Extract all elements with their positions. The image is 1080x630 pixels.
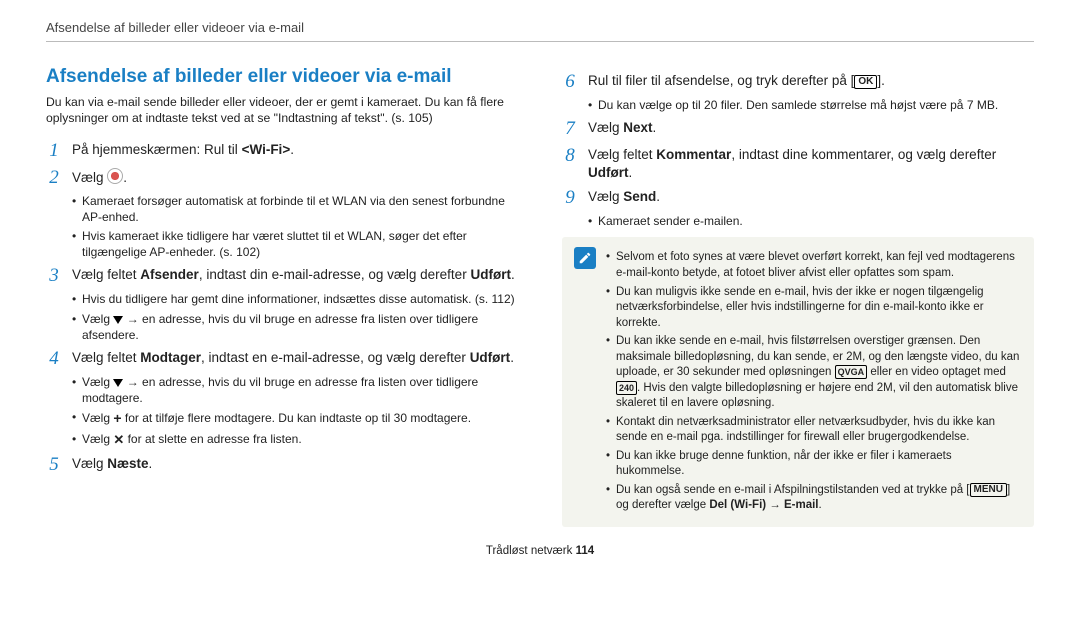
- list-item: Kontakt din netværksadministrator eller …: [606, 415, 1022, 446]
- action-done: Udført: [588, 165, 629, 180]
- step-6-sublist: Du kan vælge op til 20 filer. Den samled…: [588, 97, 1034, 113]
- step-number: 5: [46, 455, 62, 476]
- list-item: Hvis kameraet ikke tidligere har været s…: [72, 228, 518, 260]
- triangle-down-icon: [113, 316, 123, 324]
- step-2-sublist: Kameraet forsøger automatisk at forbinde…: [72, 193, 518, 261]
- note-list: Selvom et foto synes at være blevet over…: [606, 247, 1022, 516]
- running-header: Afsendelse af billeder eller videoer via…: [46, 20, 1034, 42]
- step-number: 4: [46, 349, 62, 370]
- field-name: Afsender: [140, 267, 199, 282]
- field-name: Modtager: [140, 350, 201, 365]
- plus-icon: +: [113, 409, 121, 428]
- field-name: Kommentar: [656, 147, 731, 162]
- list-item: Du kan også sende en e-mail i Afspilning…: [606, 483, 1022, 514]
- page-footer: Trådløst netværk 114: [46, 545, 1034, 557]
- ok-key: OK: [854, 75, 877, 89]
- x-icon: ✕: [113, 431, 124, 449]
- action-done: Udført: [470, 350, 511, 365]
- list-item: Selvom et foto synes at være blevet over…: [606, 250, 1022, 281]
- action-send: Send: [623, 189, 656, 204]
- step-number: 9: [562, 188, 578, 209]
- intro-text: Du kan via e-mail sende billeder eller v…: [46, 94, 518, 127]
- list-item: Vælg + for at tilføje flere modtagere. D…: [72, 409, 518, 428]
- qvga-badge: QVGA: [835, 365, 868, 379]
- step-number: 8: [562, 146, 578, 167]
- list-item: Hvis du tidligere har gemt dine informat…: [72, 291, 518, 307]
- menu-key: MENU: [970, 483, 1007, 497]
- list-item: Du kan vælge op til 20 filer. Den samled…: [588, 97, 1034, 113]
- section-title: Afsendelse af billeder eller videoer via…: [46, 66, 518, 88]
- step-7: 7 Vælg Next.: [562, 119, 1034, 140]
- step-1: 1 På hjemmeskærmen: Rul til <Wi-Fi>.: [46, 141, 518, 162]
- footer-section: Trådløst netværk: [486, 545, 576, 557]
- step-number: 2: [46, 168, 62, 189]
- step-8: 8 Vælg feltet Kommentar, indtast dine ko…: [562, 146, 1034, 182]
- note-box: Selvom et foto synes at være blevet over…: [562, 237, 1034, 526]
- left-column: Afsendelse af billeder eller videoer via…: [46, 66, 518, 527]
- menu-path: Del (Wi-Fi) → E-mail: [709, 499, 818, 511]
- rec-badge: 240: [616, 381, 637, 395]
- step-2: 2 Vælg .: [46, 168, 518, 189]
- step-9-sublist: Kameraet sender e-mailen.: [588, 213, 1034, 229]
- list-item: Kameraet forsøger automatisk at forbinde…: [72, 193, 518, 225]
- step-3-sublist: Hvis du tidligere har gemt dine informat…: [72, 291, 518, 343]
- note-icon: [574, 247, 596, 269]
- wifi-tag: <Wi-Fi>: [242, 142, 291, 157]
- step-3: 3 Vælg feltet Afsender, indtast din e-ma…: [46, 266, 518, 287]
- triangle-down-icon: [113, 379, 123, 387]
- list-item: Du kan muligvis ikke sende en e-mail, hv…: [606, 285, 1022, 332]
- step-text: På hjemmeskærmen: Rul til: [72, 142, 242, 157]
- list-item: Vælg → en adresse, hvis du vil bruge en …: [72, 374, 518, 406]
- step-4-sublist: Vælg → en adresse, hvis du vil bruge en …: [72, 374, 518, 449]
- step-number: 6: [562, 72, 578, 93]
- step-4: 4 Vælg feltet Modtager, indtast en e-mai…: [46, 349, 518, 370]
- right-column: 6 Rul til filer til afsendelse, og tryk …: [562, 66, 1034, 527]
- step-number: 7: [562, 119, 578, 140]
- action-next: Next: [623, 120, 652, 135]
- list-item: Kameraet sender e-mailen.: [588, 213, 1034, 229]
- step-number: 1: [46, 141, 62, 162]
- list-item: Vælg ✕ for at slette en adresse fra list…: [72, 431, 518, 449]
- power-icon: [107, 168, 123, 184]
- page-number: 114: [576, 545, 595, 557]
- list-item: Du kan ikke sende en e-mail, hvis filstø…: [606, 334, 1022, 412]
- action-next: Næste: [107, 456, 148, 471]
- action-done: Udført: [470, 267, 511, 282]
- list-item: Vælg → en adresse, hvis du vil bruge en …: [72, 311, 518, 343]
- step-number: 3: [46, 266, 62, 287]
- list-item: Du kan ikke bruge denne funktion, når de…: [606, 449, 1022, 480]
- step-5: 5 Vælg Næste.: [46, 455, 518, 476]
- step-9: 9 Vælg Send.: [562, 188, 1034, 209]
- step-text: Vælg: [72, 170, 107, 185]
- step-6: 6 Rul til filer til afsendelse, og tryk …: [562, 72, 1034, 93]
